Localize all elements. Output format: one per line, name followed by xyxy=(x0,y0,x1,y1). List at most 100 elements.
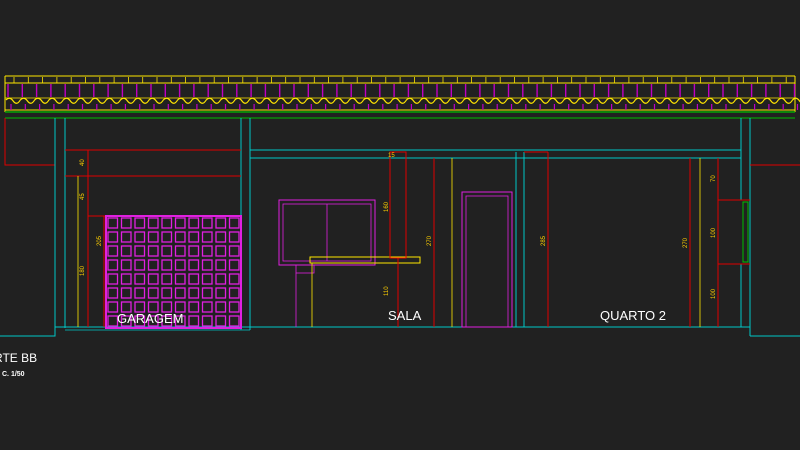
cobogo-cell xyxy=(215,287,227,299)
cobogo-cell xyxy=(134,273,146,285)
cobogo-cell xyxy=(147,245,159,257)
cobogo-cell xyxy=(188,301,200,313)
cobogo-cell xyxy=(161,259,173,271)
cobogo-cell xyxy=(120,287,132,299)
cobogo-cell xyxy=(107,231,119,243)
cobogo-cell xyxy=(134,231,146,243)
cobogo-cell xyxy=(228,301,240,313)
cobogo-cell xyxy=(201,287,213,299)
cobogo-cell xyxy=(161,231,173,243)
dim-garage-window: 205 xyxy=(97,235,103,246)
cobogo-cell xyxy=(120,217,132,229)
cobogo-cell xyxy=(201,259,213,271)
cobogo-cell xyxy=(134,245,146,257)
dim-sala-window: 160 xyxy=(384,201,390,212)
cobogo-cell xyxy=(188,245,200,257)
cobogo-cell xyxy=(215,231,227,243)
cobogo-cell xyxy=(161,245,173,257)
dim-quarto-right: 270 xyxy=(683,237,689,248)
cobogo-cell xyxy=(174,217,186,229)
bedroom: 285 270 70 100 100 QUARTO 2 xyxy=(524,151,750,327)
cobogo-cell xyxy=(147,231,159,243)
cobogo-cell xyxy=(215,245,227,257)
cobogo-cell xyxy=(201,231,213,243)
cobogo-cell xyxy=(201,301,213,313)
cobogo-cell xyxy=(201,217,213,229)
cobogo-cell xyxy=(201,273,213,285)
cobogo-cell xyxy=(228,273,240,285)
dim-sala-total: 270 xyxy=(427,235,433,246)
dim-right-low: 100 xyxy=(711,288,717,299)
cobogo-cell xyxy=(107,217,119,229)
cobogo-cell xyxy=(215,259,227,271)
cobogo-cell xyxy=(215,315,227,327)
cobogo-cell xyxy=(215,273,227,285)
cobogo-cell xyxy=(228,259,240,271)
cobogo-cell xyxy=(147,259,159,271)
sala-door-outer xyxy=(461,191,513,328)
dim-quarto-left: 285 xyxy=(541,235,547,246)
cobogo-cell xyxy=(228,287,240,299)
roof xyxy=(4,75,800,119)
cobogo-cell xyxy=(134,287,146,299)
cobogo-cell xyxy=(161,217,173,229)
left-red-outline xyxy=(4,118,55,166)
dim-sala-low: 110 xyxy=(384,286,390,296)
room-label-living: SALA xyxy=(388,308,422,323)
side-window xyxy=(742,201,749,263)
cobogo-cell xyxy=(201,245,213,257)
room-label-bedroom: QUARTO 2 xyxy=(600,308,666,323)
cobogo-cell xyxy=(188,259,200,271)
cobogo-cell xyxy=(215,217,227,229)
cobogo-cell xyxy=(215,301,227,313)
drawing-scale: C. 1/50 xyxy=(2,371,25,378)
cobogo-cell xyxy=(174,231,186,243)
cobogo-cell xyxy=(188,217,200,229)
cobogo-cell xyxy=(188,315,200,327)
cobogo-cell xyxy=(161,273,173,285)
cobogo-cell xyxy=(120,273,132,285)
left-ground-line xyxy=(0,327,56,337)
dim-right-mid: 100 xyxy=(711,227,717,238)
dim-garage-top: 40 xyxy=(80,159,86,166)
cobogo-cell xyxy=(174,245,186,257)
cobogo-cell xyxy=(120,231,132,243)
cobogo-cell xyxy=(174,273,186,285)
cobogo-cell xyxy=(161,287,173,299)
cobogo-cell xyxy=(188,273,200,285)
left-outside xyxy=(0,118,56,337)
cobogo-cell xyxy=(147,287,159,299)
cobogo-cell xyxy=(228,231,240,243)
roof-wave xyxy=(5,97,800,104)
cobogo-cell xyxy=(107,245,119,257)
cobogo-cell xyxy=(107,287,119,299)
dim-sala-top: 15 xyxy=(388,153,395,159)
cobogo-cell xyxy=(228,217,240,229)
sala-door-inner xyxy=(465,195,509,328)
cobogo-cell xyxy=(188,231,200,243)
dim-right-top: 70 xyxy=(711,175,717,182)
cobogo-cell xyxy=(228,245,240,257)
cobogo-cell xyxy=(107,259,119,271)
living-room: 15 160 270 110 SALA xyxy=(278,151,513,328)
cobogo-cell xyxy=(201,315,213,327)
dim-garage-mid: 45 xyxy=(80,193,86,200)
section-drawing: 40 45 205 180 GARAGEM 15 160 270 110 SAL… xyxy=(0,75,800,378)
cobogo-cell xyxy=(134,217,146,229)
cobogo-cell xyxy=(147,273,159,285)
garage: 40 45 205 180 GARAGEM xyxy=(65,149,242,329)
cobogo-cell xyxy=(134,259,146,271)
walls xyxy=(54,118,800,337)
drawing-title: RTE BB xyxy=(0,351,37,365)
cobogo-cell xyxy=(174,287,186,299)
sala-counter-base xyxy=(295,264,315,274)
cobogo-cell xyxy=(228,315,240,327)
cobogo-cell xyxy=(107,273,119,285)
room-label-garage: GARAGEM xyxy=(117,311,183,326)
cobogo-cell xyxy=(120,245,132,257)
cobogo-cell xyxy=(174,259,186,271)
cobogo-cell xyxy=(147,217,159,229)
sala-dim-box xyxy=(389,151,407,259)
roof-tiles xyxy=(7,77,799,110)
cobogo-cell xyxy=(188,287,200,299)
